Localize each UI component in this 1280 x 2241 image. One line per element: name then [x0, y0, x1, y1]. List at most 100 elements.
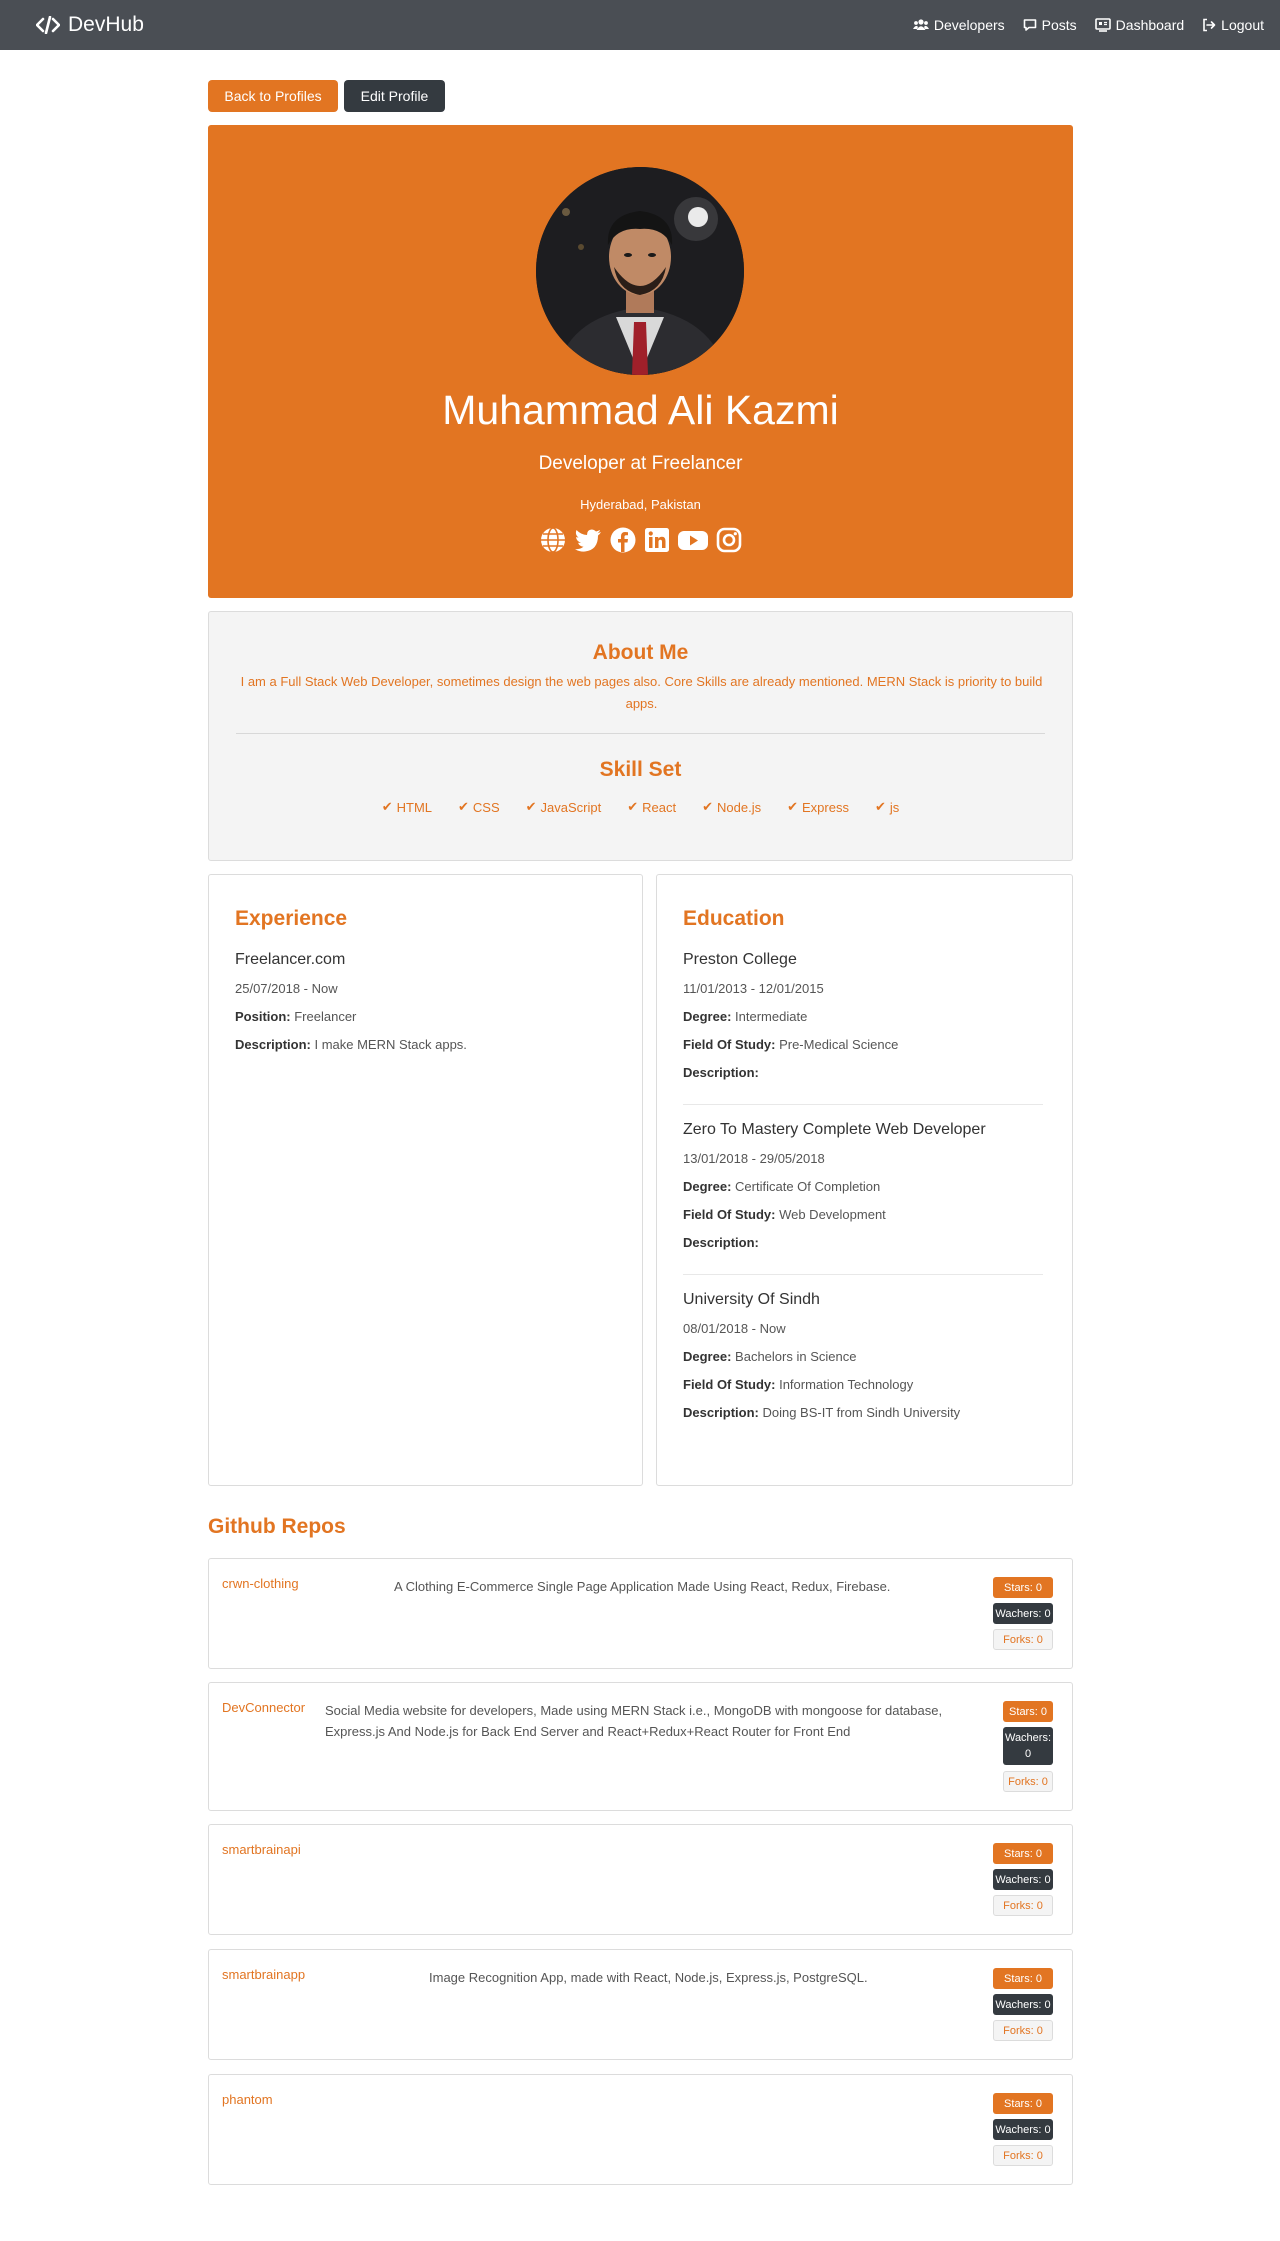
about-card: About Me I am a Full Stack Web Developer… [208, 611, 1073, 861]
comment-icon [1023, 19, 1036, 31]
repo-name-link[interactable]: smartbrainapi [222, 1842, 301, 1857]
experience-title: Experience [235, 907, 348, 930]
dashboard-icon [1094, 18, 1111, 32]
skill-item: ✔ js [875, 799, 899, 815]
skill-label: JavaScript [540, 799, 602, 815]
profile-name: Muhammad Ali Kazmi [442, 387, 839, 433]
education-school: Zero To Mastery Complete Web Developer [683, 1121, 986, 1138]
forks-badge: Forks: 0 [993, 1895, 1053, 1916]
stars-badge: Stars: 0 [993, 1843, 1053, 1864]
stars-badge: Stars: 0 [993, 2093, 1053, 2114]
education-description: Description: [683, 1065, 759, 1080]
profile-top-card: Muhammad Ali Kazmi Developer at Freelanc… [208, 125, 1073, 598]
nav-link-dashboard[interactable]: Dashboard [1094, 17, 1185, 33]
skill-item: ✔ React [627, 799, 676, 815]
brand-name: DevHub [68, 13, 144, 36]
education-description: Description: Doing BS-IT from Sindh Univ… [683, 1405, 961, 1420]
avatar [536, 167, 744, 375]
logout-icon [1203, 18, 1216, 32]
experience-item: Freelancer.com 25/07/2018 - Now Position… [235, 951, 595, 1055]
experience-position: Position: Freelancer [235, 1009, 357, 1024]
divider [236, 733, 1045, 734]
repo-card: DevConnector Social Media website for de… [208, 1682, 1073, 1811]
profile-status: Developer at Freelancer [538, 453, 743, 474]
nav-link-developers[interactable]: Developers [912, 17, 1005, 33]
skill-label: js [889, 799, 900, 815]
nav-link-label: Posts [1041, 17, 1077, 33]
repo-description: A Clothing E-Commerce Single Page Applic… [394, 1579, 891, 1594]
nav-link-posts[interactable]: Posts [1023, 17, 1077, 33]
divider [683, 1274, 1043, 1275]
forks-badge: Forks: 0 [993, 2020, 1053, 2041]
skill-label: CSS [472, 799, 500, 815]
education-dates: 08/01/2018 - Now [683, 1321, 786, 1336]
skill-label: Node.js [717, 799, 762, 815]
twitter-icon[interactable] [573, 526, 603, 554]
about-title: About Me [592, 641, 689, 664]
stars-badge: Stars: 0 [1003, 1701, 1053, 1722]
education-degree: Degree: Bachelors in Science [683, 1349, 857, 1364]
education-degree: Degree: Intermediate [683, 1009, 808, 1024]
profile-location: Hyderabad, Pakistan [580, 497, 701, 512]
experience-company: Freelancer.com [235, 951, 346, 968]
education-item: University Of Sindh 08/01/2018 - Now Deg… [683, 1291, 1043, 1423]
code-icon [36, 16, 60, 34]
experience-description: Description: I make MERN Stack apps. [235, 1037, 467, 1052]
watchers-badge: Wachers: 0 [993, 2119, 1053, 2140]
facebook-icon[interactable] [609, 526, 637, 554]
check-icon: ✔ [874, 799, 886, 814]
back-to-profiles-button[interactable]: Back to Profiles [208, 80, 338, 112]
education-item: Zero To Mastery Complete Web Developer 1… [683, 1121, 1043, 1253]
users-icon [912, 19, 929, 30]
education-card: Education Preston College 11/01/2013 - 1… [656, 874, 1073, 1486]
social-links [208, 526, 1073, 554]
skill-item: ✔ Express [787, 799, 849, 815]
avatar-photo [536, 167, 744, 375]
check-icon: ✔ [702, 799, 714, 814]
repo-name-link[interactable]: phantom [222, 2092, 273, 2107]
education-field: Field Of Study: Information Technology [683, 1377, 914, 1392]
forks-badge: Forks: 0 [993, 1629, 1053, 1650]
youtube-icon[interactable] [677, 526, 709, 554]
repo-card: smartbrainapi Stars: 0 Wachers: 0 Forks:… [208, 1824, 1073, 1935]
education-dates: 11/01/2013 - 12/01/2015 [683, 981, 824, 996]
education-item: Preston College 11/01/2013 - 12/01/2015 … [683, 951, 1043, 1083]
skill-item: ✔ HTML [382, 799, 432, 815]
stars-badge: Stars: 0 [993, 1577, 1053, 1598]
brand-link[interactable]: DevHub [36, 13, 144, 37]
globe-icon[interactable] [539, 526, 567, 554]
forks-badge: Forks: 0 [1003, 1771, 1053, 1792]
skills-title: Skill Set [599, 758, 682, 781]
watchers-badge: Wachers: 0 [993, 1869, 1053, 1890]
repo-description: Image Recognition App, made with React, … [429, 1970, 868, 1985]
nav-link-label: Dashboard [1115, 17, 1185, 33]
repo-description: Social Media website for developers, Mad… [325, 1703, 943, 1739]
edit-profile-button[interactable]: Edit Profile [344, 80, 445, 112]
stars-badge: Stars: 0 [993, 1968, 1053, 1989]
repo-name-link[interactable]: DevConnector [222, 1700, 305, 1715]
repo-card: smartbrainapp Image Recognition App, mad… [208, 1949, 1073, 2060]
repo-card: phantom Stars: 0 Wachers: 0 Forks: 0 [208, 2074, 1073, 2185]
repo-name-link[interactable]: crwn-clothing [222, 1576, 299, 1591]
skills-list: ✔ HTML ✔ CSS ✔ JavaScript ✔ React ✔ Node.js ✔… [209, 799, 1072, 815]
education-title: Education [683, 907, 785, 930]
check-icon: ✔ [787, 799, 799, 814]
watchers-badge: Wachers: 0 [1003, 1727, 1053, 1765]
linkedin-icon[interactable] [643, 526, 671, 554]
navbar: DevHub Developers Posts Dashboard Logout [0, 0, 1280, 50]
skill-item: ✔ JavaScript [526, 799, 602, 815]
skill-item: ✔ CSS [458, 799, 500, 815]
education-field: Field Of Study: Pre-Medical Science [683, 1037, 899, 1052]
skill-label: Express [802, 799, 849, 815]
check-icon: ✔ [627, 799, 639, 814]
education-degree: Degree: Certificate Of Completion [683, 1179, 881, 1194]
watchers-badge: Wachers: 0 [993, 1603, 1053, 1624]
nav-links: Developers Posts Dashboard Logout [912, 17, 1264, 33]
nav-link-logout[interactable]: Logout [1202, 17, 1264, 33]
experience-card: Experience Freelancer.com 25/07/2018 - N… [208, 874, 643, 1486]
watchers-badge: Wachers: 0 [993, 1994, 1053, 2015]
instagram-icon[interactable] [715, 526, 743, 554]
experience-dates: 25/07/2018 - Now [235, 981, 338, 996]
repo-name-link[interactable]: smartbrainapp [222, 1967, 305, 1982]
forks-badge: Forks: 0 [993, 2145, 1053, 2166]
